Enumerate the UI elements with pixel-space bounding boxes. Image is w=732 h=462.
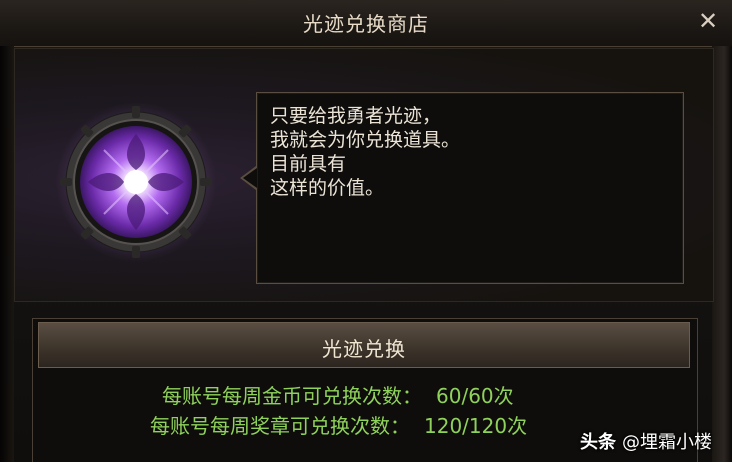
- dialog-line: 只要给我勇者光迹，: [270, 105, 442, 127]
- close-button[interactable]: ✕: [694, 7, 722, 35]
- dialog-line: 目前具有: [270, 153, 347, 175]
- watermark-brand: 头条: [580, 432, 616, 453]
- shop-window: 光迹兑换商店 ✕ 只要给我勇者光迹， 我就会为你兑换道具。 目前具有 这样的价值…: [0, 0, 732, 462]
- limit-value: 60/60次: [436, 384, 514, 408]
- left-frame-edge: [0, 46, 14, 462]
- title-bar: 光迹兑换商店 ✕: [0, 0, 732, 47]
- light-trace-emblem-icon: [56, 102, 216, 262]
- limit-label: 每账号每周金币可兑换次数：: [162, 384, 422, 408]
- close-icon: ✕: [697, 7, 719, 35]
- limit-value: 120/120次: [424, 414, 528, 438]
- gold-exchange-limit: 每账号每周金币可兑换次数： 60/60次: [162, 380, 642, 409]
- source-watermark: 头条 @埋霜小楼: [580, 428, 712, 453]
- exchange-header: 光迹兑换: [38, 322, 690, 368]
- right-frame-edge: [712, 46, 732, 462]
- npc-dialog-text: 只要给我勇者光迹， 我就会为你兑换道具。 目前具有 这样的价值。: [270, 104, 670, 200]
- dialog-pointer-inner: [243, 168, 257, 188]
- limit-label: 每账号每周奖章可兑换次数：: [150, 414, 410, 438]
- dialog-line: 我就会为你兑换道具。: [270, 129, 461, 151]
- dialog-line: 这样的价值。: [270, 177, 385, 199]
- medal-exchange-limit: 每账号每周奖章可兑换次数： 120/120次: [150, 410, 630, 439]
- watermark-author: @埋霜小楼: [622, 432, 712, 453]
- window-title: 光迹兑换商店: [303, 12, 429, 36]
- exchange-title: 光迹兑换: [322, 337, 406, 361]
